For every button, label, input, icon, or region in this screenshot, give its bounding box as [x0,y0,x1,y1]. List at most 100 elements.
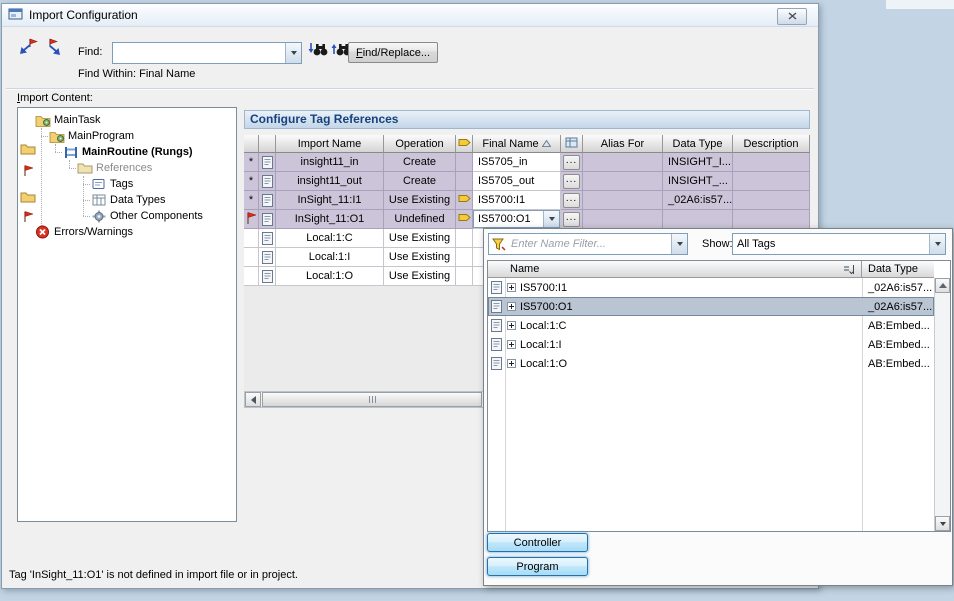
name-filter-combobox[interactable] [488,233,688,255]
col-header-import-name[interactable]: Import Name [276,135,384,153]
tag-row[interactable]: Local:1:C AB:Embed... [488,316,934,335]
cell-import-name[interactable]: Local:1:O [276,267,384,286]
cell-description[interactable] [733,172,810,191]
col-header-operation[interactable]: Operation [384,135,456,153]
column-options-icon[interactable] [843,264,856,278]
status-message: Tag 'InSight_11:O1' is not defined in im… [9,569,298,581]
name-column-header[interactable]: Name [488,261,862,277]
scroll-left-button[interactable] [245,392,261,407]
cell-data-type[interactable] [663,210,733,229]
scrollbar-thumb[interactable] [262,392,482,407]
tree-item-maintask[interactable]: MainTask [34,112,236,128]
col-header-final-name[interactable]: Final Name [473,135,561,153]
data-type-column-header[interactable]: Data Type [862,261,934,277]
cell-description[interactable] [733,191,810,210]
cell-operation[interactable]: Create [384,153,456,172]
tree-item-other-components[interactable]: Other Components [90,208,236,224]
thumb-grip-icon [375,396,376,403]
cell-alias-for[interactable] [583,153,663,172]
tree-item-mainroutine[interactable]: MainRoutine (Rungs) [62,144,236,160]
show-dropdown-button[interactable] [929,234,945,254]
cell-import-name[interactable]: insight11_in [276,153,384,172]
find-dropdown-button[interactable] [285,43,301,63]
cell-final-name[interactable]: IS5705_out [473,172,561,191]
cell-final-name[interactable]: IS5705_in [473,153,561,172]
sort-ascending-icon [542,138,551,150]
row-marker: * [244,191,259,210]
browse-button[interactable]: ... [563,174,580,189]
tree-item-errors-warnings[interactable]: Errors/Warnings [34,224,236,240]
import-content-tree[interactable]: MainTask MainProgram MainRoutine (Rungs)… [17,107,237,522]
vertical-scrollbar[interactable] [934,278,950,531]
browse-button[interactable]: ... [563,155,580,170]
cell-alias-for[interactable] [583,172,663,191]
cell-data-type[interactable]: INSIGHT_... [663,172,733,191]
name-filter-input[interactable] [508,234,671,254]
cell-alias-for[interactable] [583,210,663,229]
tag-row[interactable]: Local:1:I AB:Embed... [488,335,934,354]
cell-final-name[interactable]: IS5700:I1 [473,191,561,210]
expand-plus-icon[interactable] [507,302,516,311]
expand-plus-icon[interactable] [507,321,516,330]
show-combobox[interactable]: All Tags [732,233,946,255]
cell-operation[interactable]: Use Existing [384,191,456,210]
program-button[interactable]: Program [487,557,588,576]
final-name-dropdown-button[interactable] [543,211,559,227]
chevron-down-icon [291,51,297,55]
find-combobox[interactable] [112,42,302,64]
tag-row-selected[interactable]: IS5700:O1 _02A6:is57... [488,297,934,316]
browse-button[interactable]: ... [563,212,580,227]
tag-row[interactable]: Local:1:O AB:Embed... [488,354,934,373]
next-marker-button[interactable] [41,38,63,58]
col-header-data-type[interactable]: Data Type [663,135,733,153]
controller-button[interactable]: Controller [487,533,588,552]
cell-final-name-combo[interactable]: IS5700:O1 [473,210,561,229]
cell-operation[interactable]: Use Existing [384,267,456,286]
col-header-browse [561,135,583,153]
cell-operation[interactable]: Use Existing [384,248,456,267]
find-next-button[interactable] [307,40,329,60]
tag-row[interactable]: IS5700:I1 _02A6:is57... [488,278,934,297]
cell-data-type[interactable]: _02A6:is57... [663,191,733,210]
col-header-row-icon [259,135,276,153]
cell-description[interactable] [733,210,810,229]
final-name-combo-value: IS5700:O1 [474,211,543,227]
scroll-down-button[interactable] [935,516,950,531]
tag-data-type: _02A6:is57... [868,282,932,294]
title-bar[interactable]: Import Configuration [2,4,818,27]
tree-item-references[interactable]: References [76,160,236,176]
tree-item-tags[interactable]: Tags [90,176,236,192]
cell-operation[interactable]: Create [384,172,456,191]
tree-label: References [96,162,152,174]
gear-icon [90,209,107,223]
find-replace-button[interactable]: Find/Replace... [348,42,438,63]
cell-import-name[interactable]: Local:1:C [276,229,384,248]
cell-operation[interactable]: Undefined [384,210,456,229]
cell-data-type[interactable]: INSIGHT_I... [663,153,733,172]
find-input[interactable] [113,43,285,63]
cell-import-name[interactable]: InSight_11:O1 [276,210,384,229]
cell-import-name[interactable]: InSight_11:I1 [276,191,384,210]
prev-marker-button[interactable] [17,38,39,58]
tag-row-icon [259,191,276,210]
tag-icon [488,281,504,294]
flag-icon [22,164,34,180]
browse-grid-icon [565,137,578,151]
expand-plus-icon[interactable] [507,283,516,292]
cell-import-name[interactable]: Local:1:I [276,248,384,267]
col-header-description[interactable]: Description [733,135,810,153]
scroll-up-button[interactable] [935,278,950,293]
tree-item-data-types[interactable]: Data Types [90,192,236,208]
cell-description[interactable] [733,153,810,172]
col-header-alias-for[interactable]: Alias For [583,135,663,153]
cell-import-name[interactable]: insight11_out [276,172,384,191]
browse-button[interactable]: ... [563,193,580,208]
cell-alias-for[interactable] [583,191,663,210]
expand-plus-icon[interactable] [507,359,516,368]
filter-dropdown-button[interactable] [671,234,687,254]
cell-operation[interactable]: Use Existing [384,229,456,248]
expand-plus-icon[interactable] [507,340,516,349]
tree-item-mainprogram[interactable]: MainProgram [48,128,236,144]
close-button[interactable] [777,8,807,25]
import-content-label: Import Content: [17,92,93,104]
